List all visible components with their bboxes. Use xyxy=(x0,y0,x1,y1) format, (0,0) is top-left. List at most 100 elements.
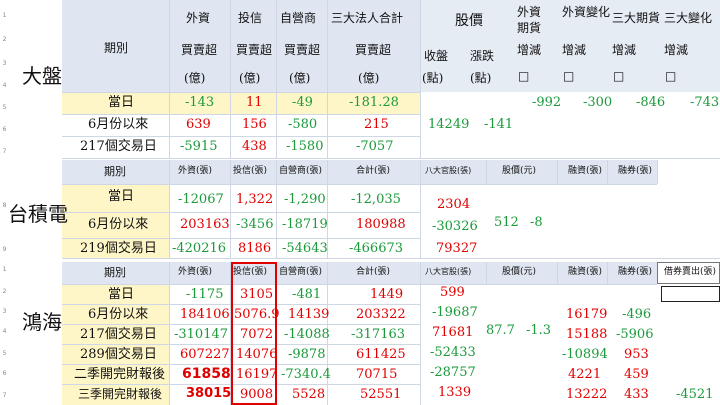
cell-short: -496 xyxy=(622,307,652,322)
cell-margin: 4221 xyxy=(568,367,602,382)
row-number[interactable]: 6 xyxy=(0,126,9,133)
cell-total: 611425 xyxy=(356,347,406,362)
row-number[interactable]: 1 xyxy=(0,266,9,273)
honhai-label: 鴻海 xyxy=(22,310,62,334)
cell-trust: -3456 xyxy=(236,217,274,232)
cell-total: -7057 xyxy=(356,139,394,154)
table-row-label: 三季開完財報後 xyxy=(78,387,163,401)
cell-margin: -10894 xyxy=(562,347,608,362)
cell-dealer: 14139 xyxy=(288,307,330,322)
header-trust: 投信 xyxy=(238,11,263,25)
header-change: 漲跌 xyxy=(470,49,495,63)
checkbox-icon: □ xyxy=(665,69,677,83)
cell-trust: 3105 xyxy=(240,287,274,302)
taiex-change: -141 xyxy=(484,117,514,132)
header-lend-sell: 借券賣出(張) xyxy=(664,267,717,277)
row-number[interactable]: 2 xyxy=(0,36,9,43)
cell-total: 70715 xyxy=(356,367,398,382)
cell-trust: 438 xyxy=(242,139,267,154)
cell-dealer: -1580 xyxy=(286,139,324,154)
cell-dealer: -49 xyxy=(292,95,313,110)
header-dealer: 自營商(張) xyxy=(279,166,323,176)
row-number[interactable]: 5 xyxy=(0,104,9,111)
cell-eight-banks: -52433 xyxy=(430,345,476,360)
header-dealer: 自營商(張) xyxy=(279,267,323,277)
tsmc-change: -8 xyxy=(530,215,543,230)
header-period: 期別 xyxy=(104,266,126,279)
cell-total: -12,035 xyxy=(351,192,401,207)
row-number[interactable]: 6 xyxy=(0,370,9,377)
honhai-change: -1.3 xyxy=(526,323,552,338)
cell-eight-banks: 2304 xyxy=(437,197,471,212)
header-foreign: 外資(張) xyxy=(178,166,213,176)
row-number[interactable]: 3 xyxy=(0,308,9,315)
cell-dealer: -54643 xyxy=(282,241,328,256)
table-row-label: 6月份以來 xyxy=(88,117,149,132)
header-close: 收盤 xyxy=(424,49,449,63)
header-buy-sell: 買賣超 xyxy=(355,43,392,57)
cell-foreign: 639 xyxy=(186,117,211,132)
table-row-label: 219個交易日 xyxy=(80,241,157,256)
cell-foreign: -12067 xyxy=(178,192,224,207)
big3-futures-change: -743 xyxy=(690,95,720,110)
cell-trust: 14076 xyxy=(236,347,278,362)
cell-foreign: -5915 xyxy=(180,139,218,154)
selected-cell[interactable] xyxy=(661,286,720,302)
cell-foreign: -310147 xyxy=(174,327,229,342)
cell-eight-banks: 79327 xyxy=(436,241,478,256)
header-period: 期別 xyxy=(104,165,126,178)
cell-eight-banks: 71681 xyxy=(432,325,474,340)
header-total: 合計(張) xyxy=(356,267,391,277)
table-row-label: 6月份以來 xyxy=(88,217,149,232)
row-number[interactable]: 1 xyxy=(0,12,9,19)
header-incdec: 增減 xyxy=(612,43,637,57)
header-total: 合計(張) xyxy=(356,166,391,176)
cell-total: 180988 xyxy=(356,217,406,232)
header-total: 三大法人合計 xyxy=(331,11,404,25)
header-eight-banks: 八大官股(張) xyxy=(425,166,472,175)
header-price: 股價(元) xyxy=(502,166,537,176)
row-number[interactable]: 4 xyxy=(0,328,9,335)
header-short: 融券(張) xyxy=(618,267,653,277)
header-foreign-change: 外資變化 xyxy=(562,5,611,19)
cell-trust: 11 xyxy=(246,95,263,110)
cell-foreign: 61858 xyxy=(182,366,231,382)
cell-trust: 16197 xyxy=(236,367,278,382)
table-row-label: 289個交易日 xyxy=(80,347,157,362)
table-row-label: 6月份以來 xyxy=(88,307,149,322)
cell-foreign: 607227 xyxy=(180,347,230,362)
checkbox-icon: □ xyxy=(518,69,530,83)
cell-lend-sell: -4521 xyxy=(676,387,714,402)
cell-dealer: -580 xyxy=(288,117,318,132)
cell-total: -181.28 xyxy=(349,95,399,110)
header-margin: 融資(張) xyxy=(568,166,603,176)
row-number[interactable]: 9 xyxy=(0,246,9,253)
table-row-label: 當日 xyxy=(108,189,135,204)
cell-dealer: -9878 xyxy=(288,347,326,362)
row-number[interactable]: 5 xyxy=(0,350,9,357)
header-price: 股價(元) xyxy=(502,267,537,277)
cell-short: 459 xyxy=(624,367,649,382)
row-number[interactable]: 7 xyxy=(0,148,9,155)
header-unit: (億) xyxy=(184,71,206,85)
cell-eight-banks: -19687 xyxy=(432,305,478,320)
header-big3-futures: 三大期貨 xyxy=(612,11,661,25)
row-number[interactable]: 7 xyxy=(0,392,9,399)
cell-margin: 13222 xyxy=(566,387,608,402)
header-margin: 融資(張) xyxy=(568,267,603,277)
header-big3-change: 三大變化 xyxy=(664,11,713,25)
row-number[interactable]: 3 xyxy=(0,60,9,67)
header-unit: (點) xyxy=(422,71,444,85)
cell-trust: 7072 xyxy=(240,327,274,342)
table-row-label: 二季開完財報後 xyxy=(74,367,166,382)
cell-dealer: -1,290 xyxy=(284,192,326,207)
checkbox-icon: □ xyxy=(613,69,625,83)
header-period: 期別 xyxy=(104,41,129,55)
cell-total: 203322 xyxy=(356,307,406,322)
cell-dealer: -7340.4 xyxy=(281,367,331,382)
row-number[interactable]: 2 xyxy=(0,288,9,295)
header-dealer: 自營商 xyxy=(280,11,317,25)
cell-foreign: 38015 xyxy=(186,386,232,401)
header-unit: (億) xyxy=(239,71,261,85)
row-number[interactable]: 4 xyxy=(0,82,9,89)
